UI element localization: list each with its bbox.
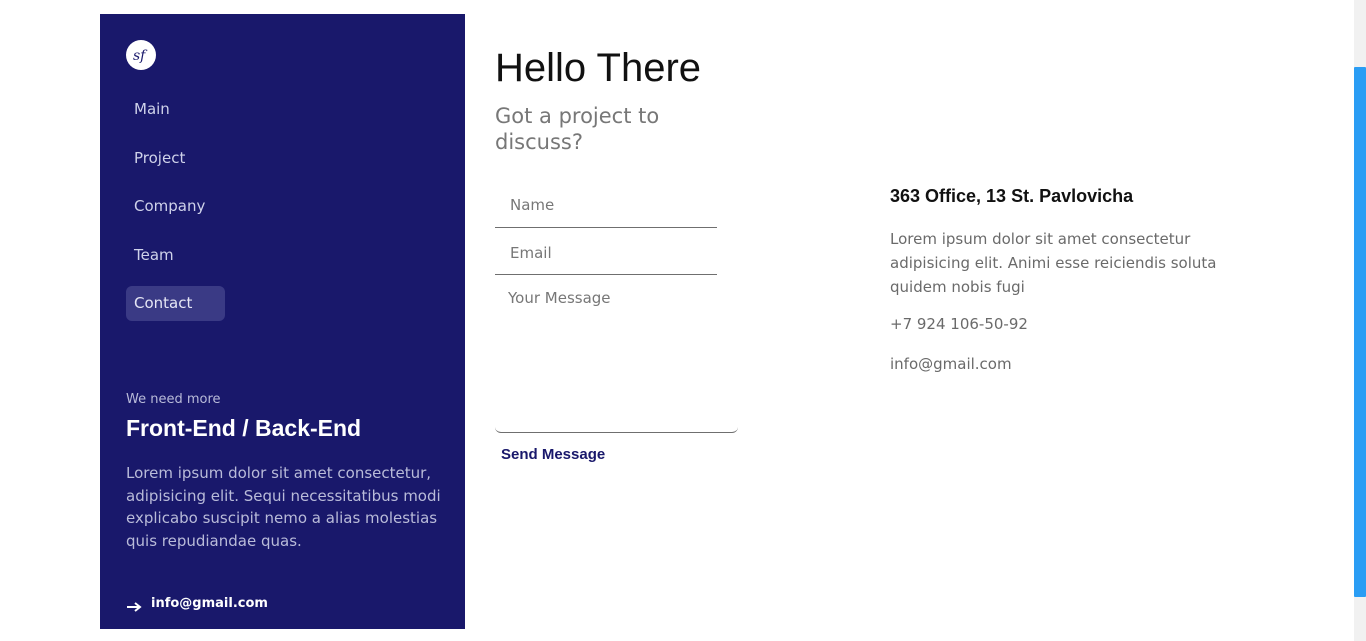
promo-block: We need more Front-End / Back-End Lorem … (126, 392, 441, 612)
contact-info: 363 Office, 13 St. Pavlovicha Lorem ipsu… (890, 186, 1240, 395)
email-input[interactable] (495, 232, 717, 275)
symfony-logo-icon[interactable]: sf (126, 40, 156, 70)
promo-email-link[interactable]: info@gmail.com (126, 594, 268, 612)
sidebar-item-team[interactable]: Team (126, 238, 225, 273)
page: sf Main Project Company Team Contact We … (0, 0, 1366, 641)
svg-text:sf: sf (133, 48, 148, 64)
office-address: 363 Office, 13 St. Pavlovicha (890, 186, 1134, 206)
arrow-right-icon (127, 602, 142, 612)
sidebar-item-contact[interactable]: Contact (126, 286, 225, 321)
send-message-button[interactable]: Send Message (501, 446, 605, 463)
office-description: Lorem ipsum dolor sit amet consectetur a… (890, 230, 1217, 296)
sidebar-item-project[interactable]: Project (126, 141, 225, 176)
message-textarea[interactable] (495, 281, 738, 433)
name-input[interactable] (495, 182, 717, 228)
sidebar-item-company[interactable]: Company (126, 189, 225, 224)
promo-email: info@gmail.com (151, 595, 268, 611)
sidebar-item-main[interactable]: Main (126, 92, 225, 127)
page-subtitle: Got a project to discuss? (495, 104, 660, 154)
page-title: Hello There (495, 46, 702, 90)
promo-kicker: We need more (126, 392, 221, 407)
office-phone: +7 924 106-50-92 (890, 315, 1028, 333)
office-email: info@gmail.com (890, 355, 1012, 373)
sidebar-nav: Main Project Company Team Contact (126, 92, 326, 335)
scrollbar-thumb[interactable] (1354, 67, 1366, 597)
promo-text: Lorem ipsum dolor sit amet consectetur, … (126, 464, 441, 551)
sidebar: sf Main Project Company Team Contact We … (100, 14, 465, 629)
promo-title: Front-End / Back-End (126, 415, 362, 441)
